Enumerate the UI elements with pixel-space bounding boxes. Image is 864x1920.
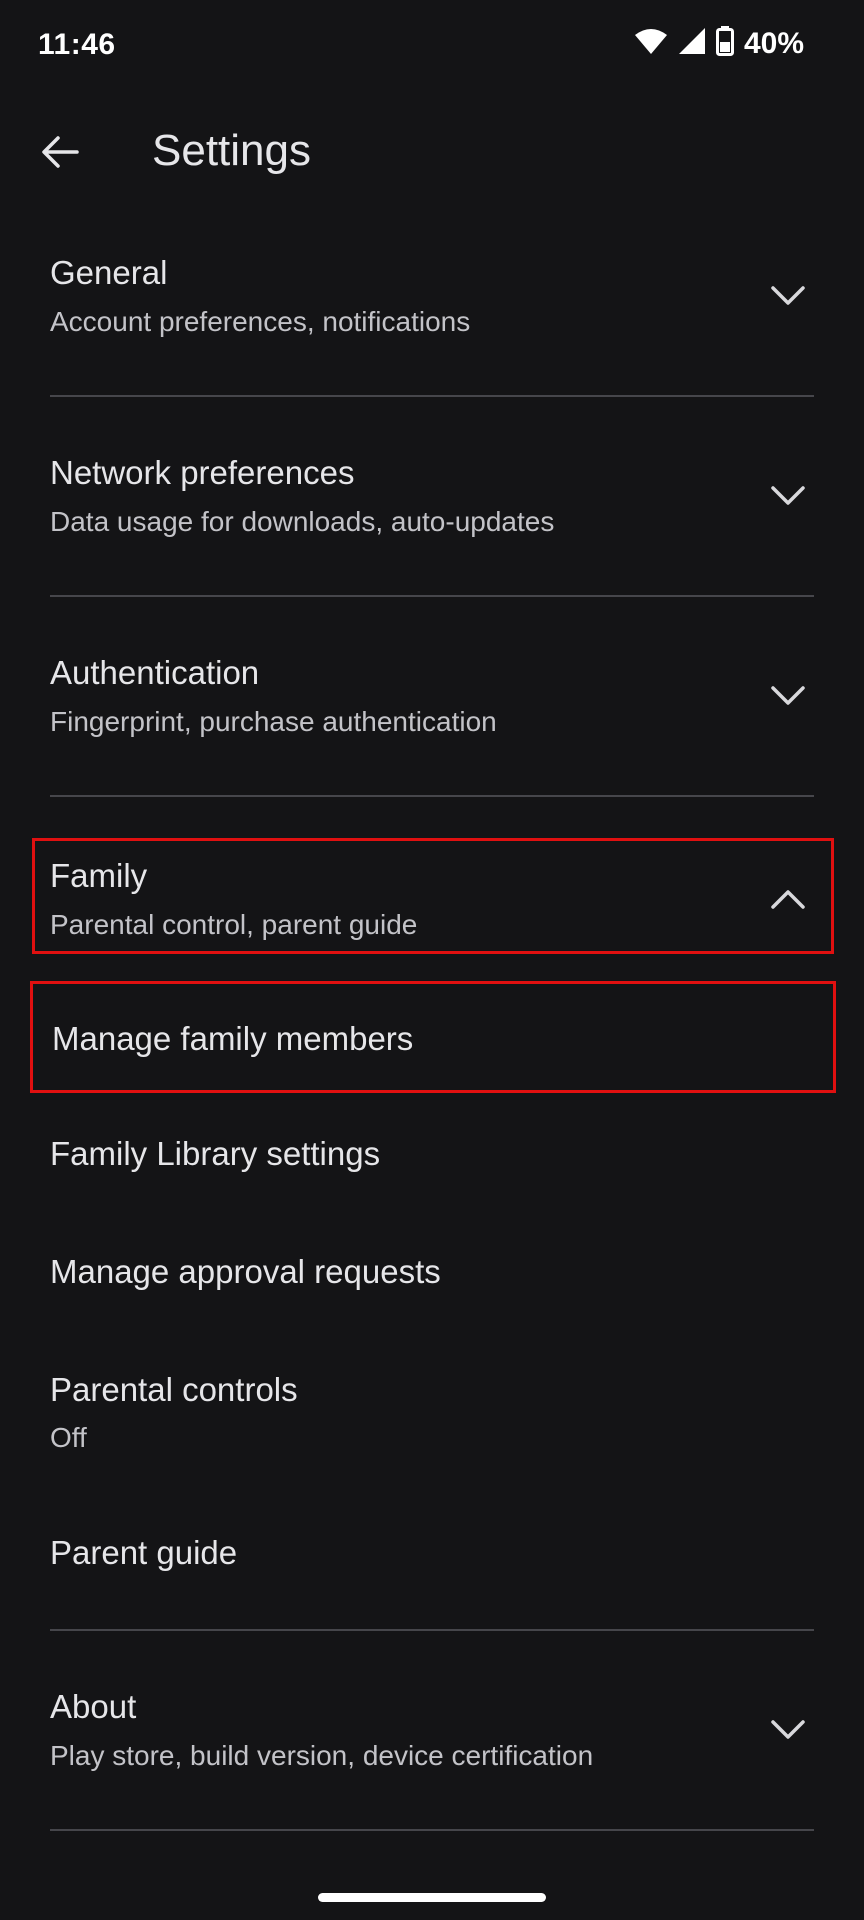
parental-controls-status: Off: [50, 1422, 87, 1453]
section-title: About: [50, 1688, 137, 1725]
section-subtitle: Data usage for downloads, auto-updates: [50, 506, 555, 537]
divider: [50, 595, 814, 597]
item-label: Parental controls: [50, 1371, 298, 1408]
chevron-down-icon: [768, 1710, 808, 1750]
item-label: Parent guide: [50, 1534, 238, 1571]
section-subtitle: Account preferences, notifications: [50, 306, 471, 337]
section-subtitle: Play store, build version, device certif…: [50, 1740, 594, 1771]
chevron-down-icon: [768, 476, 808, 516]
section-general[interactable]: General Account preferences, notificatio…: [0, 230, 864, 390]
item-label: Manage approval requests: [50, 1253, 441, 1290]
family-library-settings-item[interactable]: Family Library settings: [0, 1110, 864, 1200]
parental-controls-item[interactable]: Parental controls Off: [0, 1345, 864, 1465]
divider: [50, 795, 814, 797]
section-authentication[interactable]: Authentication Fingerprint, purchase aut…: [0, 630, 864, 790]
divider: [50, 1829, 814, 1831]
manage-family-members-item[interactable]: Manage family members: [30, 981, 836, 1093]
divider: [50, 395, 814, 397]
cell-signal-icon: [678, 27, 706, 60]
back-button[interactable]: [30, 124, 90, 184]
section-family[interactable]: Family Parental control, parent guide: [32, 838, 834, 954]
section-title: Family: [50, 857, 148, 894]
battery-icon: [715, 26, 734, 61]
section-subtitle: Fingerprint, purchase authentication: [50, 706, 497, 737]
status-time: 11:46: [38, 28, 116, 61]
section-title: Authentication: [50, 654, 260, 691]
chevron-down-icon: [768, 276, 808, 316]
wifi-icon: [634, 27, 668, 60]
chevron-up-icon: [768, 879, 808, 919]
section-title: Network preferences: [50, 454, 355, 491]
item-label: Family Library settings: [50, 1135, 381, 1172]
battery-percent: 40%: [743, 26, 804, 60]
section-about[interactable]: About Play store, build version, device …: [0, 1664, 864, 1824]
home-gesture-bar[interactable]: [318, 1893, 546, 1902]
manage-approval-requests-item[interactable]: Manage approval requests: [0, 1228, 864, 1318]
item-label: Manage family members: [52, 1020, 414, 1057]
status-icons: 40%: [634, 26, 804, 61]
arrow-back-icon: [41, 135, 79, 174]
section-subtitle: Parental control, parent guide: [50, 909, 418, 940]
section-title: General: [50, 254, 168, 291]
page-title: Settings: [152, 126, 311, 175]
chevron-down-icon: [768, 676, 808, 716]
divider: [50, 1629, 814, 1631]
section-network-preferences[interactable]: Network preferences Data usage for downl…: [0, 430, 864, 590]
parent-guide-item[interactable]: Parent guide: [0, 1508, 864, 1598]
